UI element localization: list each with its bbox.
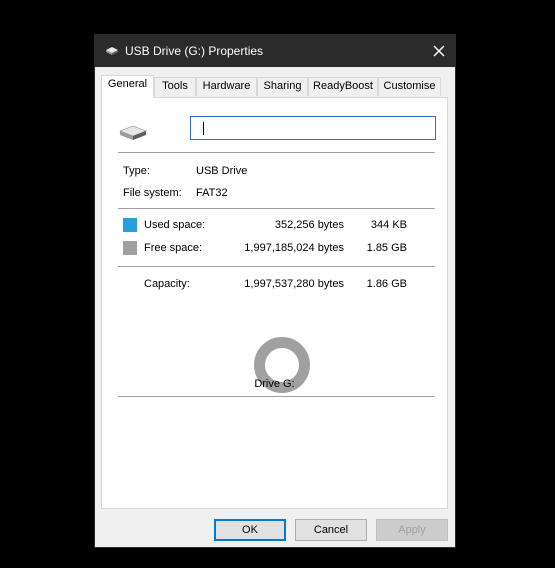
separator — [118, 266, 435, 267]
window-title: USB Drive (G:) Properties — [125, 44, 264, 58]
free-space-size: 1.85 GB — [366, 242, 407, 254]
separator — [118, 396, 435, 397]
general-panel: Type: USB Drive File system: FAT32 Used … — [101, 97, 448, 509]
separator — [118, 152, 435, 153]
close-icon — [433, 45, 445, 57]
tab-customise[interactable]: Customise — [378, 77, 441, 96]
used-space-swatch — [123, 218, 137, 232]
usb-drive-icon — [105, 46, 119, 59]
tab-readyboost[interactable]: ReadyBoost — [308, 77, 378, 96]
capacity-bytes: 1,997,537,280 bytes — [244, 278, 344, 290]
apply-button[interactable]: Apply — [376, 519, 448, 541]
used-space-size: 344 KB — [370, 219, 407, 231]
filesystem-label: File system: — [123, 187, 182, 199]
capacity-label: Capacity: — [144, 278, 190, 290]
usb-drive-icon — [118, 124, 148, 145]
properties-dialog: USB Drive (G:) Properties General Tools … — [94, 34, 456, 548]
free-space-label: Free space: — [144, 242, 203, 254]
free-space-swatch — [123, 241, 137, 255]
volume-name-input[interactable] — [190, 116, 436, 140]
text-caret — [203, 122, 204, 135]
title-bar[interactable]: USB Drive (G:) Properties — [95, 35, 455, 67]
tab-tools[interactable]: Tools — [154, 77, 196, 96]
ok-button[interactable]: OK — [214, 519, 286, 541]
drive-label: Drive G: — [254, 378, 295, 390]
tab-strip: General Tools Hardware Sharing ReadyBoos… — [101, 75, 441, 98]
capacity-size: 1.86 GB — [366, 278, 407, 290]
free-space-bytes: 1,997,185,024 bytes — [244, 242, 344, 254]
cancel-button[interactable]: Cancel — [295, 519, 367, 541]
tab-hardware[interactable]: Hardware — [196, 77, 257, 96]
used-space-label: Used space: — [144, 219, 206, 231]
used-space-bytes: 352,256 bytes — [274, 219, 344, 231]
tab-general[interactable]: General — [101, 75, 154, 98]
close-button[interactable] — [423, 35, 455, 67]
filesystem-value: FAT32 — [196, 187, 228, 199]
separator — [118, 208, 435, 209]
tab-sharing[interactable]: Sharing — [257, 77, 308, 96]
type-value: USB Drive — [196, 165, 248, 177]
type-label: Type: — [123, 165, 150, 177]
